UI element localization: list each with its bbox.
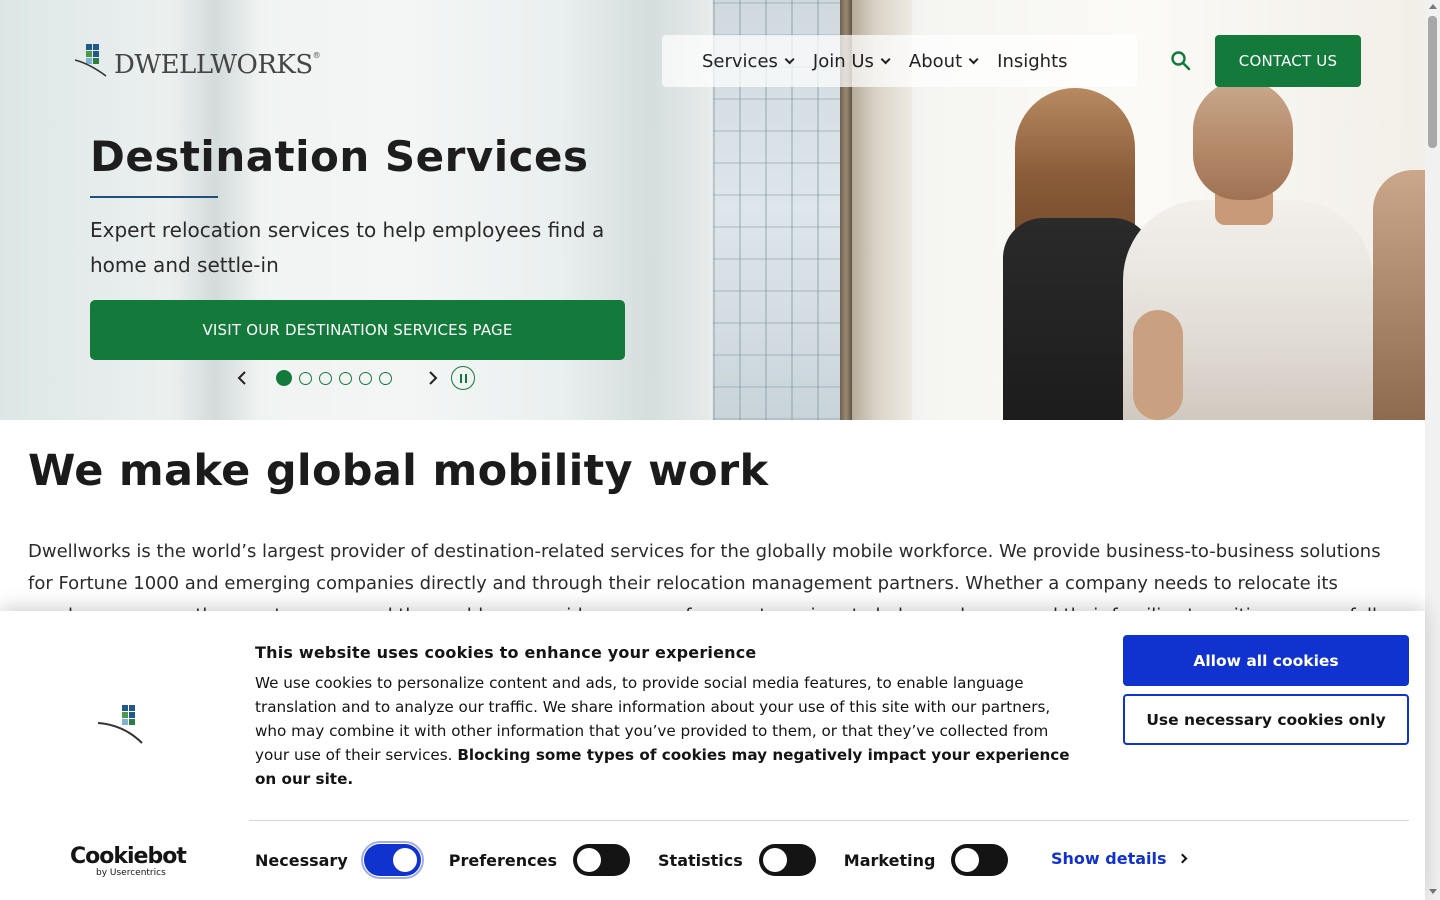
toggle-group-necessary: Necessary	[255, 841, 424, 879]
toggle-group-marketing: Marketing	[844, 844, 1009, 876]
toggle-group-preferences: Preferences	[448, 844, 631, 876]
nav-item-insights[interactable]: Insights	[997, 51, 1067, 72]
scroll-down-arrow[interactable]	[1429, 889, 1437, 894]
cookiebot-logo[interactable]: Cookiebot by Usercentrics	[70, 845, 187, 879]
allow-all-cookies-button[interactable]: Allow all cookies	[1123, 635, 1409, 686]
scroll-up-arrow[interactable]	[1429, 4, 1437, 9]
cookie-category-toggles: Necessary Preferences Statistics Marketi…	[255, 841, 1036, 879]
toggle-marketing[interactable]	[951, 844, 1009, 876]
contact-us-button[interactable]: CONTACT US	[1215, 35, 1361, 87]
carousel-next-button[interactable]	[423, 366, 443, 390]
search-icon	[1171, 51, 1191, 71]
cookie-consent-banner: This website uses cookies to enhance you…	[0, 611, 1425, 900]
toggle-group-statistics: Statistics	[658, 844, 816, 876]
dwellworks-logo-icon	[74, 44, 107, 77]
page-scrollbar[interactable]	[1425, 0, 1440, 900]
toggle-label-preferences: Preferences	[448, 850, 558, 870]
chevron-down-icon	[968, 53, 979, 64]
toggle-statistics[interactable]	[758, 844, 816, 876]
site-logo-icon	[96, 703, 146, 745]
hero-title: Destination Services	[90, 132, 589, 181]
carousel-dot[interactable]	[379, 371, 392, 385]
nav-item-about[interactable]: About	[909, 51, 979, 72]
carousel-dot[interactable]	[299, 371, 312, 385]
carousel-prev-button[interactable]	[232, 366, 252, 390]
carousel-pause-button[interactable]	[451, 366, 475, 390]
show-details-link[interactable]: Show details	[1051, 849, 1187, 868]
cookie-description: We use cookies to personalize content an…	[255, 674, 1070, 788]
photo-person-partial	[1373, 170, 1425, 420]
photo-person-man	[1123, 80, 1373, 420]
hero-title-underline	[90, 196, 218, 198]
toggle-label-necessary: Necessary	[255, 850, 348, 870]
pause-icon	[459, 373, 462, 383]
carousel-dot[interactable]	[339, 371, 352, 385]
toggle-label-marketing: Marketing	[843, 850, 936, 870]
carousel-dot[interactable]	[319, 371, 332, 385]
toggle-preferences[interactable]	[573, 844, 631, 876]
necessary-cookies-only-button[interactable]: Use necessary cookies only	[1123, 694, 1409, 745]
main-nav: Services Join Us About Insights	[662, 35, 1137, 87]
chevron-right-icon	[1177, 853, 1187, 864]
toggle-label-statistics: Statistics	[658, 850, 743, 870]
cookie-divider	[249, 820, 1409, 821]
chevron-right-icon	[429, 371, 438, 385]
logo-wordmark: DWELLWORKS®	[114, 50, 321, 80]
cookie-title: This website uses cookies to enhance you…	[255, 643, 757, 662]
carousel-controls	[232, 366, 475, 390]
hero-subtitle: Expert relocation services to help emplo…	[90, 218, 605, 277]
nav-item-join-us[interactable]: Join Us	[813, 51, 891, 72]
chevron-left-icon	[237, 371, 246, 385]
page-title: We make global mobility work	[28, 446, 769, 496]
carousel-dot[interactable]	[276, 370, 292, 386]
carousel-dot[interactable]	[359, 371, 372, 385]
toggle-necessary[interactable]	[360, 841, 424, 879]
destination-services-button[interactable]: VISIT OUR DESTINATION SERVICES PAGE	[90, 300, 625, 360]
scroll-thumb[interactable]	[1428, 16, 1437, 148]
chevron-down-icon	[784, 53, 795, 64]
dwellworks-logo[interactable]: DWELLWORKS®	[74, 38, 321, 80]
chevron-down-icon	[880, 53, 891, 64]
nav-item-services[interactable]: Services	[702, 51, 795, 72]
search-button[interactable]	[1170, 50, 1192, 72]
carousel-dots	[276, 370, 399, 386]
